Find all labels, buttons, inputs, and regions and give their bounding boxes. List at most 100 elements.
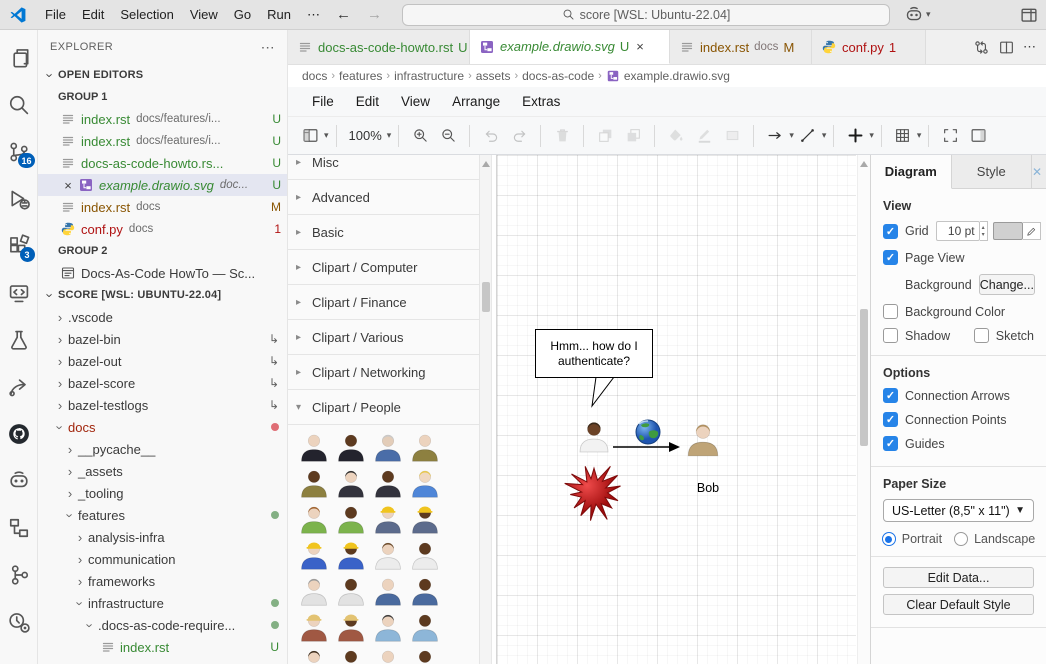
source-control-compare-icon[interactable] <box>973 39 990 56</box>
view-panels-icon[interactable] <box>298 123 322 149</box>
tree-item-docs[interactable]: ›docs <box>38 416 287 438</box>
activity-git-graph-icon[interactable] <box>0 551 38 598</box>
people-shape[interactable] <box>372 611 404 643</box>
chevron-down-icon[interactable]: ▾ <box>869 130 874 141</box>
tab-more-actions-icon[interactable]: ⋯ <box>1023 39 1036 55</box>
people-shape[interactable] <box>372 647 404 664</box>
copilot-icon[interactable] <box>904 5 924 25</box>
chevron-down-icon[interactable]: ▾ <box>324 130 329 141</box>
open-editor-item[interactable]: conf.pydocs1 <box>38 218 287 240</box>
activity-copilot-icon[interactable] <box>0 457 38 504</box>
people-shape[interactable] <box>298 503 330 535</box>
open-editor-item[interactable]: index.rstdocs/features/i...U <box>38 108 287 130</box>
close-icon[interactable]: × <box>60 178 76 193</box>
activity-testing-icon[interactable] <box>0 316 38 363</box>
breadcrumb-item-features[interactable]: features <box>339 69 382 83</box>
people-shape[interactable] <box>298 575 330 607</box>
people-shape[interactable] <box>372 431 404 463</box>
activity-search-icon[interactable] <box>0 81 38 128</box>
chevron-down-icon[interactable]: ▾ <box>789 130 794 141</box>
activity-explorer-icon[interactable] <box>0 34 38 81</box>
tab-docsascodehowtorst[interactable]: docs-as-code-howto.rstU <box>288 30 470 64</box>
chevron-down-icon[interactable]: ▾ <box>387 130 392 141</box>
starburst-shape[interactable] <box>565 466 621 520</box>
activity-github-icon[interactable] <box>0 410 38 457</box>
format-panel-toggle-icon[interactable] <box>966 123 990 149</box>
breadcrumb-item-docsascode[interactable]: docs-as-code <box>522 69 594 83</box>
tree-item-vscode[interactable]: ›.vscode <box>38 306 287 328</box>
palette-section-basic[interactable]: ▸Basic <box>288 215 479 250</box>
tree-item-assets[interactable]: ›_assets <box>38 460 287 482</box>
menu-go[interactable]: Go <box>226 7 259 22</box>
edit-data-button[interactable]: Edit Data... <box>883 567 1034 588</box>
people-shape[interactable] <box>372 467 404 499</box>
tree-item-bazelscore[interactable]: ›bazel-score↳ <box>38 372 287 394</box>
landscape-radio[interactable] <box>954 532 968 546</box>
diagram-canvas[interactable]: Hmm... how do I authenticate? Bob <box>492 155 870 664</box>
people-shape[interactable] <box>409 611 441 643</box>
menu-run[interactable]: Run <box>259 7 299 22</box>
open-editor-item[interactable]: docs-as-code-howto.rs...U <box>38 152 287 174</box>
bob-label[interactable]: Bob <box>680 481 736 495</box>
grid-checkbox[interactable]: ✓ <box>883 224 898 239</box>
people-shape[interactable] <box>335 611 367 643</box>
palette-section-clipartpeople[interactable]: ▾Clipart / People <box>288 390 479 425</box>
tree-item-frameworks[interactable]: ›frameworks <box>38 570 287 592</box>
breadcrumb-item-assets[interactable]: assets <box>476 69 511 83</box>
zoom-in-icon[interactable] <box>408 123 432 149</box>
globe-shape[interactable] <box>636 420 660 444</box>
open-editors-header[interactable]: › OPEN EDITORS <box>38 64 287 86</box>
people-shape[interactable] <box>335 647 367 664</box>
open-editor-item[interactable]: index.rstdocs/features/i...U <box>38 130 287 152</box>
activity-git-watch-icon[interactable] <box>0 598 38 645</box>
palette-section-misc[interactable]: ▸Misc <box>288 155 479 180</box>
portrait-radio[interactable] <box>882 532 896 546</box>
guides-checkbox[interactable]: ✓ <box>883 436 898 451</box>
explorer-more-actions-icon[interactable]: ⋯ <box>261 39 275 56</box>
drawio-menu-file[interactable]: File <box>302 94 344 109</box>
chevron-down-icon[interactable]: ▾ <box>926 9 931 20</box>
connection-points-checkbox[interactable]: ✓ <box>883 412 898 427</box>
palette-section-clipartcomputer[interactable]: ▸Clipart / Computer <box>288 250 479 285</box>
speech-bubble[interactable]: Hmm... how do I authenticate? <box>535 329 653 378</box>
activity-share-icon[interactable] <box>0 363 38 410</box>
drawio-menu-edit[interactable]: Edit <box>346 94 389 109</box>
activity-source-control-icon[interactable]: 16 <box>0 128 38 175</box>
palette-section-advanced[interactable]: ▸Advanced <box>288 180 479 215</box>
people-shape[interactable] <box>409 431 441 463</box>
open-editor-item[interactable]: Docs-As-Code HowTo — Sc... <box>38 262 287 284</box>
breadcrumb-item-infrastructure[interactable]: infrastructure <box>394 69 464 83</box>
menu-file[interactable]: File <box>37 7 74 22</box>
grid-color-swatch[interactable] <box>993 222 1023 240</box>
people-shape[interactable] <box>409 503 441 535</box>
people-shape[interactable] <box>372 539 404 571</box>
scroll-up-arrow-icon[interactable] <box>860 161 868 167</box>
table-icon[interactable] <box>891 123 915 149</box>
tree-item-analysisinfra[interactable]: ›analysis-infra <box>38 526 287 548</box>
fullscreen-icon[interactable] <box>938 123 962 149</box>
canvas-scrollbar[interactable] <box>857 155 870 664</box>
palette-section-clipartnetworking[interactable]: ▸Clipart / Networking <box>288 355 479 390</box>
people-shape[interactable] <box>335 431 367 463</box>
command-center-search[interactable]: score [WSL: Ubuntu-22.04] <box>402 4 890 26</box>
zoom-out-icon[interactable] <box>436 123 460 149</box>
insert-icon[interactable] <box>843 123 867 149</box>
breadcrumb-item-exampledrawiosvg[interactable]: example.drawio.svg <box>624 69 730 83</box>
edit-grid-color-icon[interactable] <box>1023 222 1041 240</box>
palette-section-clipartvarious[interactable]: ▸Clipart / Various <box>288 320 479 355</box>
person-shape-left[interactable] <box>576 418 612 454</box>
back-arrow-icon[interactable]: ← <box>328 6 359 23</box>
drawio-menu-arrange[interactable]: Arrange <box>442 94 510 109</box>
person-shape-bob[interactable] <box>684 420 722 458</box>
tab-style[interactable]: Style <box>952 155 1033 188</box>
tree-item-indexrst[interactable]: index.rstU <box>38 636 287 658</box>
people-shape[interactable] <box>298 611 330 643</box>
tree-item-bazeltestlogs[interactable]: ›bazel-testlogs↳ <box>38 394 287 416</box>
page-view-checkbox[interactable]: ✓ <box>883 250 898 265</box>
tree-item-infrastructure[interactable]: ›infrastructure <box>38 592 287 614</box>
menu-selection[interactable]: Selection <box>112 7 181 22</box>
panel-close-icon[interactable]: ✕ <box>1032 155 1046 188</box>
people-shape[interactable] <box>335 539 367 571</box>
palette-scrollbar[interactable] <box>480 155 492 664</box>
palette-section-clipartfinance[interactable]: ▸Clipart / Finance <box>288 285 479 320</box>
